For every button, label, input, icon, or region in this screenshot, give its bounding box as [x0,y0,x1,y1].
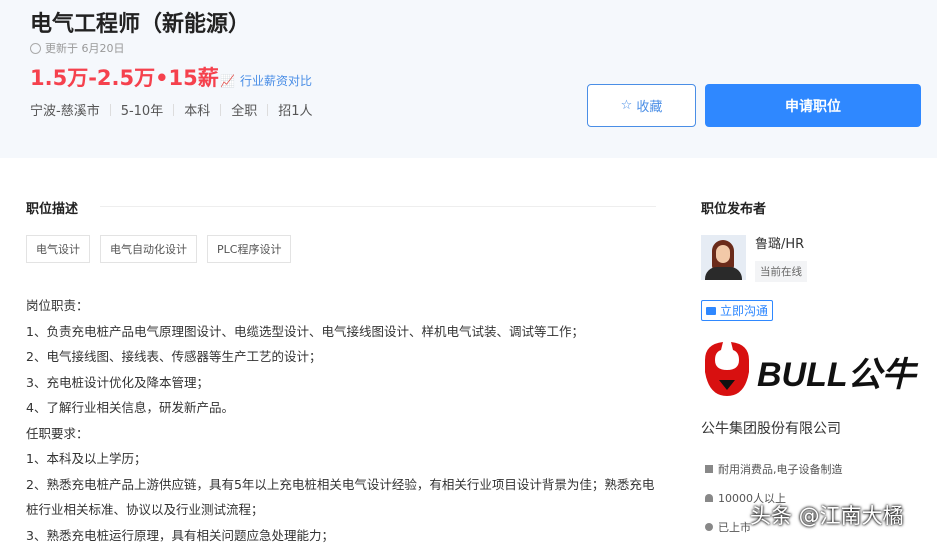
desc-line: 4、了解行业相关信息，研发新产品。 [26,395,656,421]
skill-tag: PLC程序设计 [207,235,291,263]
desc-line: 3、熟悉充电桩运行原理，具有相关问题应急处理能力； [26,523,656,548]
job-header: 电气工程师（新能源） 更新于 6月20日 1.5万-2.5万•15薪 📈 行业薪资… [0,0,937,158]
desc-line: 2、电气接线图、接线表、传感器等生产工艺的设计； [26,344,656,370]
chat-button[interactable]: 立即沟通 [701,300,773,321]
online-status: 当前在线 [755,261,807,282]
section-title-description: 职位描述 [26,198,78,217]
star-icon: ☆ [621,98,633,113]
grid-icon [705,465,713,473]
job-meta: 宁波-慈溪市 5-10年 本科 全职 招1人 [30,100,313,119]
desc-line: 任职要求： [26,421,656,447]
education: 本科 [184,100,210,119]
chat-icon [706,307,716,315]
job-description: 岗位职责： 1、负责充电桩产品电气原理图设计、电缆选型设计、电气接线图设计、样机… [26,293,656,548]
watermark: 头条 @江南大橘 [750,500,904,530]
hr-name: 鲁璐/HR [755,233,804,252]
apply-button[interactable]: 申请职位 [705,84,921,127]
person-icon [705,494,713,502]
skill-tag: 电气设计 [26,235,90,263]
salary: 1.5万-2.5万•15薪 [30,62,219,92]
compare-label: 行业薪资对比 [240,72,312,89]
company-stage: 已上市 [705,519,751,535]
updated-time: 更新于 6月20日 [30,40,125,56]
divider [100,206,656,207]
chat-label: 立即沟通 [720,302,768,319]
desc-line: 1、负责充电桩产品电气原理图设计、电缆选型设计、电气接线图设计、样机电气试装、调… [26,319,656,345]
skill-tag: 电气自动化设计 [100,235,197,263]
desc-line: 岗位职责： [26,293,656,319]
favorite-button[interactable]: ☆收藏 [587,84,696,127]
desc-line: 2、熟悉充电桩产品上游供应链，具有5年以上充电桩相关电气设计经验，有相关行业项目… [26,472,656,523]
salary-compare-link[interactable]: 📈 行业薪资对比 [220,72,312,89]
favorite-label: 收藏 [636,96,662,115]
skill-tags: 电气设计 电气自动化设计 PLC程序设计 [26,235,291,263]
industry-text: 耐用消费品,电子设备制造 [718,461,843,477]
svg-text:BULL公牛: BULL公牛 [757,356,919,394]
chart-icon: 📈 [220,74,235,88]
job-title: 电气工程师（新能源） [30,6,250,38]
location: 宁波-慈溪市 [30,100,100,119]
company-industry: 耐用消费品,电子设备制造 [705,461,843,477]
job-type: 全职 [231,100,257,119]
desc-line: 3、充电桩设计优化及降本管理； [26,370,656,396]
section-title-publisher: 职位发布者 [701,198,766,217]
company-logo: BULL公牛 [701,338,921,400]
stage-text: 已上市 [718,519,751,535]
stage-icon [705,523,713,531]
updated-text: 更新于 6月20日 [45,40,125,56]
avatar [701,235,746,280]
experience: 5-10年 [121,100,164,119]
desc-line: 1、本科及以上学历； [26,446,656,472]
headcount: 招1人 [278,100,312,119]
company-name[interactable]: 公牛集团股份有限公司 [701,418,841,438]
clock-icon [30,43,41,54]
